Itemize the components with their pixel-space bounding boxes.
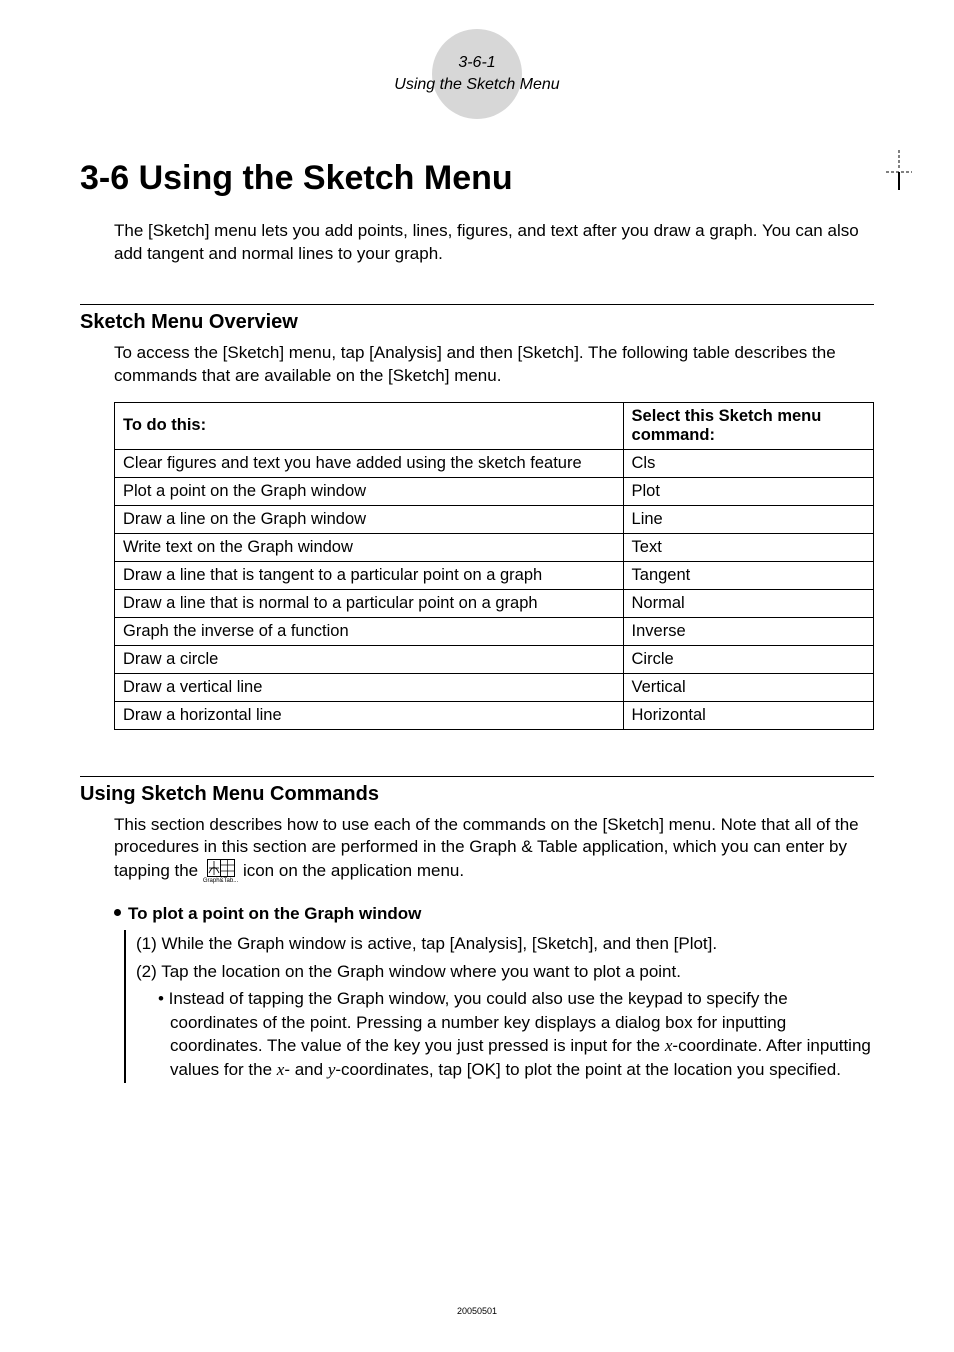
table-row: Write text on the Graph windowText [115, 533, 874, 561]
procedure-steps: (1) While the Graph window is active, ta… [124, 930, 874, 1083]
section-heading-commands: Using Sketch Menu Commands [80, 783, 874, 806]
table-row: Plot a point on the Graph windowPlot [115, 477, 874, 505]
th-command: Select this Sketch menu command: [623, 402, 873, 449]
header-badge: 3-6-1 Using the Sketch Menu [80, 30, 874, 119]
commands-desc: This section describes how to use each o… [114, 814, 874, 885]
procedure-heading: To plot a point on the Graph window [114, 904, 874, 924]
step-note: • Instead of tapping the Graph window, y… [158, 987, 874, 1081]
badge-number: 3-6-1 [394, 52, 559, 74]
th-to-do: To do this: [115, 402, 624, 449]
step-1: (1) While the Graph window is active, ta… [136, 932, 874, 955]
table-row: Draw a horizontal lineHorizontal [115, 701, 874, 729]
section-heading-overview: Sketch Menu Overview [80, 311, 874, 334]
graph-table-icon: Graph&Tab... [203, 859, 238, 884]
table-row: Draw a line that is tangent to a particu… [115, 561, 874, 589]
table-row: Clear figures and text you have added us… [115, 449, 874, 477]
crop-mark-icon [884, 150, 914, 190]
table-row: Draw a vertical lineVertical [115, 673, 874, 701]
footer-date: 20050501 [0, 1306, 954, 1316]
page-title: 3-6 Using the Sketch Menu [80, 159, 874, 198]
badge-title: Using the Sketch Menu [394, 74, 559, 96]
table-row: Draw a circleCircle [115, 645, 874, 673]
divider [80, 776, 874, 777]
page: 3-6-1 Using the Sketch Menu 3-6 Using th… [0, 0, 954, 1352]
divider [80, 304, 874, 305]
step-2: (2) Tap the location on the Graph window… [136, 960, 874, 983]
table-row: Draw a line that is normal to a particul… [115, 589, 874, 617]
table-row: Graph the inverse of a functionInverse [115, 617, 874, 645]
overview-desc: To access the [Sketch] menu, tap [Analys… [114, 342, 874, 388]
sketch-commands-table: To do this: Select this Sketch menu comm… [114, 402, 874, 730]
bullet-icon [114, 909, 121, 916]
table-row: Draw a line on the Graph windowLine [115, 505, 874, 533]
intro-text: The [Sketch] menu lets you add points, l… [114, 220, 874, 266]
